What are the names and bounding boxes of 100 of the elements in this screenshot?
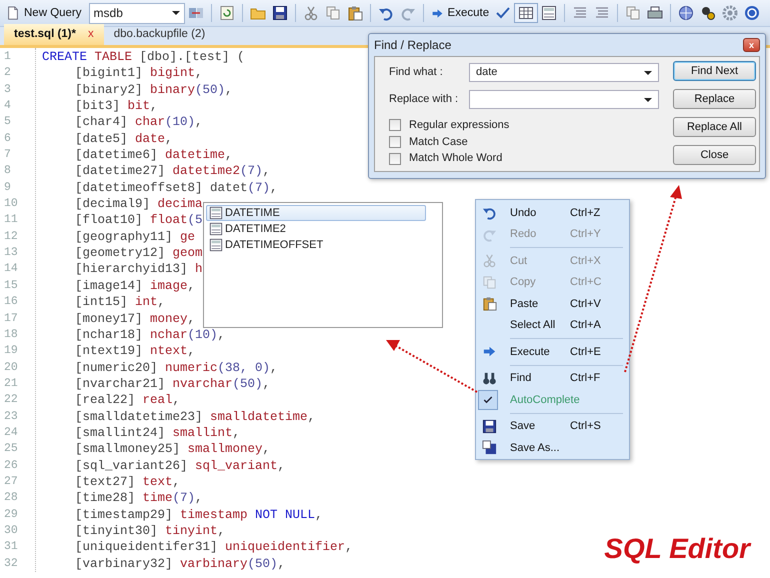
editor-tab[interactable]: dbo.backupfile (2): [104, 24, 216, 45]
execute-button[interactable]: Execute: [428, 4, 492, 22]
check-icon: [482, 394, 494, 406]
refresh-icon[interactable]: [218, 5, 235, 21]
grid-icon[interactable]: [518, 5, 534, 21]
code-line: [geometry12] geom: [74, 245, 203, 262]
editor-tab[interactable]: test.sql (1)* x: [4, 24, 104, 45]
code-line: [date5] date,: [74, 130, 173, 148]
paste-icon: [482, 296, 496, 312]
menu-label: Find: [510, 371, 532, 386]
save-as-icon: [482, 440, 496, 456]
code-line: [varbinary32] varbinary(50),: [74, 556, 286, 572]
code-line: [float10] float(5: [74, 212, 203, 229]
field-label: Replace with :: [389, 92, 460, 108]
dialog-button[interactable]: Close: [673, 145, 756, 165]
suggestion-item[interactable]: DATETIME2: [206, 221, 426, 237]
suggestion-item[interactable]: DATETIMEOFFSET: [206, 237, 426, 253]
combo-field[interactable]: date: [469, 63, 659, 82]
combo-field[interactable]: [469, 90, 659, 109]
line-number: 5: [4, 114, 12, 130]
line-number: 15: [4, 278, 19, 294]
database-dropdown[interactable]: msdb: [88, 2, 185, 24]
menu-item[interactable]: Execute Ctrl+E: [478, 341, 627, 362]
menu-item[interactable]: Find Ctrl+F: [478, 368, 627, 389]
grid-button[interactable]: [514, 3, 538, 23]
globe-icon[interactable]: [678, 5, 694, 21]
checkbox[interactable]: [389, 136, 401, 148]
line-number: 18: [4, 326, 19, 343]
line-number: 11: [4, 212, 19, 228]
line-number: 24: [4, 424, 19, 441]
code-line: [datetime6] datetime,: [74, 147, 233, 164]
menu-label: Cut: [510, 254, 528, 268]
line-number: 25: [4, 441, 19, 458]
check-icon[interactable]: [495, 5, 512, 21]
menu-label: Undo: [510, 206, 538, 220]
suggestion-item[interactable]: DATETIME: [206, 205, 426, 221]
copy-icon[interactable]: [324, 5, 341, 21]
line-number: 32: [4, 556, 19, 572]
dialog-title: Find / Replace: [374, 37, 452, 54]
code-line: [bigint1] bigint,: [74, 65, 203, 82]
code-line: [datetime27] datetime2(7),: [74, 163, 270, 180]
line-number: 8: [4, 163, 12, 180]
settings-icon[interactable]: [722, 5, 738, 21]
shortcut-text: Ctrl+E: [570, 344, 601, 360]
code-line: [real22] real,: [74, 392, 180, 409]
line-number: 17: [4, 310, 19, 326]
save-icon: [482, 418, 496, 434]
code-line: [hierarchyid13] h: [74, 261, 203, 278]
new-query-button[interactable]: New Query: [3, 4, 85, 22]
line-number: 2: [4, 65, 12, 82]
menu-item[interactable]: Select All Ctrl+A: [478, 314, 627, 336]
line-number: 13: [4, 245, 19, 262]
menu-item[interactable]: Paste Ctrl+V: [478, 293, 627, 314]
code-line: [text27] text,: [74, 474, 180, 490]
code-line: [tinyint30] tinyint,: [74, 522, 226, 540]
menu-item[interactable]: Save Ctrl+S: [478, 416, 627, 437]
code-line: [image14] image,: [74, 278, 196, 294]
dialog-button[interactable]: Replace: [673, 89, 756, 109]
checkbox[interactable]: [389, 152, 401, 165]
code-line: [nchar18] nchar(10),: [74, 326, 226, 344]
printer-icon[interactable]: [647, 5, 664, 21]
copy-icon: [482, 274, 496, 290]
menu-label: AutoComplete: [510, 392, 580, 408]
menu-item[interactable]: Save As...: [478, 437, 627, 458]
checkbox[interactable]: [389, 119, 401, 132]
table-icon[interactable]: [541, 5, 558, 21]
code-line: [uniqueidentifer31] uniqueidentifier,: [74, 539, 353, 556]
checkbox-label: Regular expressions: [409, 118, 510, 134]
menu-item[interactable]: Undo Ctrl+Z: [478, 202, 627, 224]
copy-icon[interactable]: [625, 5, 642, 21]
code-line: [binary2] binary(50),: [74, 82, 233, 98]
code-line: [smalldatetime23] smalldatetime,: [74, 408, 316, 425]
line-number: 30: [4, 522, 19, 539]
help-icon[interactable]: [744, 5, 760, 21]
code-line: [time28] time(7),: [74, 490, 203, 507]
code-line: [int15] int,: [74, 294, 166, 310]
scissors-icon[interactable]: [302, 5, 319, 21]
line-number: 14: [4, 261, 19, 278]
titlebar-exit-button[interactable]: x: [743, 38, 760, 52]
dialog-button[interactable]: Replace All: [673, 117, 756, 137]
code-line: [numeric20] numeric(38, 0),: [74, 360, 278, 376]
scissors-icon: [482, 253, 496, 268]
code-line: [money17] money,: [74, 310, 196, 327]
field-label: Find what :: [389, 65, 444, 80]
shortcut-text: Ctrl+Y: [570, 227, 601, 242]
tab-close-button[interactable]: x: [88, 26, 94, 44]
paste-icon[interactable]: [346, 5, 363, 21]
line-number: 21: [4, 376, 19, 392]
line-number: 9: [4, 180, 12, 196]
line-number: 7: [4, 147, 12, 164]
line-number: 23: [4, 408, 19, 425]
menu-label: Redo: [510, 227, 538, 242]
dialog-button[interactable]: Find Next: [673, 61, 756, 81]
line-number: 3: [4, 82, 12, 98]
code-line: [char4] char(10),: [74, 114, 203, 131]
line-number: 29: [4, 506, 19, 523]
line-number: 22: [4, 392, 19, 408]
shortcut-text: Ctrl+X: [570, 254, 601, 268]
arrow-icon: [430, 6, 444, 20]
line-number: 6: [4, 130, 12, 147]
